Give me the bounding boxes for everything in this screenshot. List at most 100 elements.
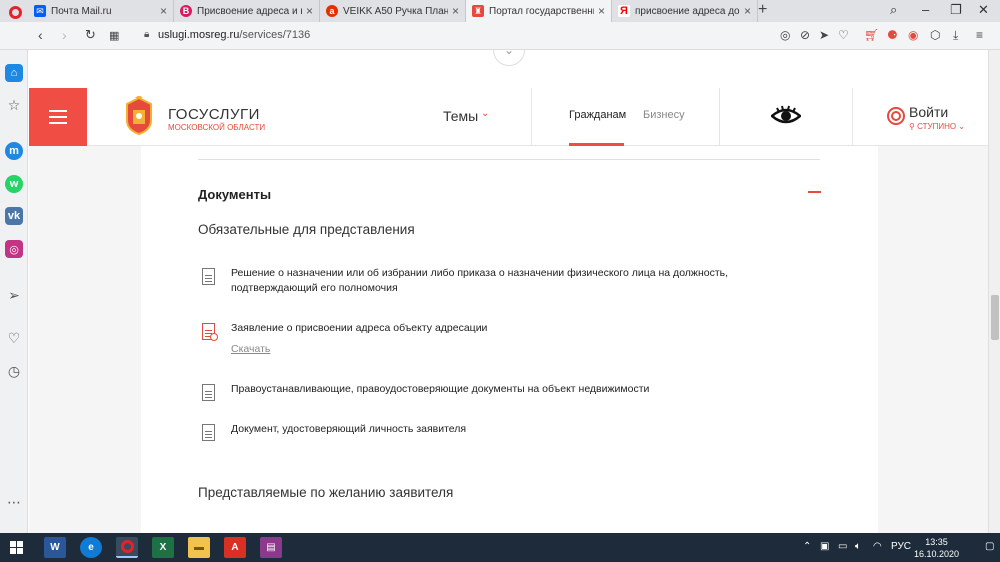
send-icon[interactable]: ➤: [819, 28, 829, 42]
windows-start-icon[interactable]: [10, 541, 23, 554]
tab-gosuslugi[interactable]: ♜ Портал государственных ×: [466, 0, 612, 22]
excel-icon[interactable]: X: [152, 537, 174, 558]
network-icon[interactable]: ◠: [873, 541, 882, 552]
optional-documents-heading: Представляемые по желанию заявителя: [198, 485, 454, 500]
login-link[interactable]: Войти: [909, 104, 948, 120]
messenger-icon[interactable]: m: [5, 142, 23, 160]
tab-close-icon[interactable]: ×: [744, 4, 751, 18]
close-window-icon[interactable]: ✕: [978, 2, 989, 18]
moscow-oblast-crest-icon: [126, 96, 152, 136]
tab-close-icon[interactable]: ×: [306, 4, 313, 18]
whatsapp-icon[interactable]: w: [5, 175, 23, 193]
download-link[interactable]: Скачать: [231, 343, 270, 355]
page-viewport: ГОСУСЛУГИ МОСКОВСКОЙ ОБЛАСТИ Темы ⌄ Граж…: [29, 50, 988, 533]
document-item: Решение о назначении или об избрании либ…: [198, 266, 798, 298]
instagram-icon[interactable]: ◎: [5, 240, 23, 258]
tab-citizens[interactable]: Гражданам: [569, 109, 626, 121]
tab-close-icon[interactable]: ×: [452, 4, 459, 18]
back-icon[interactable]: ‹: [38, 27, 43, 43]
send-icon[interactable]: ➢: [5, 286, 23, 304]
acrobat-icon[interactable]: A: [224, 537, 246, 558]
cube-icon[interactable]: ⬡: [930, 28, 940, 42]
tab-mail[interactable]: ✉ Почта Mail.ru ×: [28, 0, 174, 22]
document-icon: [202, 424, 215, 441]
tray-chevron-up-icon[interactable]: ⌃: [803, 541, 811, 552]
accessibility-eye-icon[interactable]: [771, 104, 801, 128]
tab-close-icon[interactable]: ×: [598, 4, 605, 18]
header-divider: [531, 88, 532, 146]
document-item: Документ, удостоверяющий личность заявит…: [198, 422, 798, 442]
restore-icon[interactable]: ❐: [950, 2, 962, 18]
windows-taskbar: W e X ▬ A ▤ ⌃ ▣ ▭ 🔈︎ ◠ РУС 13:35 16.10.2…: [0, 533, 1000, 562]
document-icon: [202, 384, 215, 401]
extension-cart-icon[interactable]: 🛒︎: [864, 28, 879, 42]
content-card: Документы Обязательные для представления…: [141, 146, 878, 533]
extension-badge-icon[interactable]: ⚈: [887, 28, 898, 42]
yandex-icon: Я: [618, 5, 630, 17]
language-indicator[interactable]: РУС: [891, 541, 911, 552]
document-item: Заявление о присвоении адреса объекту ад…: [198, 321, 798, 361]
tab-address-assignment[interactable]: B Присвоение адреса и пр ×: [174, 0, 320, 22]
more-icon[interactable]: ⋯: [5, 493, 23, 511]
tab-yandex[interactable]: Я присвоение адреса дому ×: [612, 0, 758, 22]
home-icon[interactable]: ⌂: [5, 64, 23, 82]
minimize-icon[interactable]: –: [922, 2, 929, 17]
tab-veikk[interactable]: a VEIKK A50 Ручка Планшет ×: [320, 0, 466, 22]
history-icon[interactable]: ◷: [5, 362, 23, 380]
site-brand[interactable]: ГОСУСЛУГИ: [168, 106, 260, 123]
file-explorer-icon[interactable]: ▬: [188, 537, 210, 558]
document-text: Правоустанавливающие, правоудостоверяющи…: [231, 383, 650, 395]
volume-icon[interactable]: 🔈︎: [855, 541, 861, 552]
location-selector[interactable]: ⚲ СТУПИНО ⌄: [909, 122, 965, 131]
header-divider: [852, 88, 853, 146]
bookmarks-star-icon[interactable]: ☆: [5, 96, 23, 114]
address-bar: ‹ › ↻ ▦ 🔒︎ uslugi.mosreg.ru/services/713…: [0, 22, 1000, 50]
document-text: Решение о назначении или об избрании либ…: [231, 267, 729, 294]
speed-dial-icon[interactable]: ▦: [109, 29, 119, 42]
opera-taskbar-icon[interactable]: [116, 537, 138, 558]
url-field[interactable]: uslugi.mosreg.ru/services/7136: [158, 29, 310, 41]
reload-icon[interactable]: ↻: [85, 27, 96, 43]
divider: [198, 159, 820, 160]
opera-logo-icon[interactable]: [4, 1, 26, 23]
edge-icon[interactable]: e: [80, 537, 102, 558]
camera-icon[interactable]: ◎: [780, 28, 790, 42]
download-icon[interactable]: ⤓: [953, 28, 958, 43]
tray-monitor-icon[interactable]: ▭: [838, 541, 847, 552]
chevron-down-icon[interactable]: ⌄: [481, 108, 489, 119]
site-header: ГОСУСЛУГИ МОСКОВСКОЙ ОБЛАСТИ Темы ⌄ Граж…: [29, 88, 988, 146]
document-text: Документ, удостоверяющий личность заявит…: [231, 423, 467, 435]
user-icon[interactable]: [887, 107, 905, 125]
winrar-icon[interactable]: ▤: [260, 537, 282, 558]
topics-menu[interactable]: Темы: [443, 108, 478, 124]
section-title-documents[interactable]: Документы: [198, 187, 271, 202]
page-scrollbar[interactable]: [988, 50, 1000, 533]
collapse-minus-icon[interactable]: [808, 191, 821, 193]
document-text: Заявление о присвоении адреса объекту ад…: [231, 322, 488, 334]
hamburger-menu-button[interactable]: [29, 88, 87, 146]
mail-icon: ✉: [34, 5, 46, 17]
forward-icon[interactable]: ›: [62, 27, 67, 43]
tab-business[interactable]: Бизнесу: [643, 109, 685, 121]
gosuslugi-icon: ♜: [472, 5, 484, 17]
lock-icon[interactable]: 🔒︎: [144, 29, 149, 40]
scrollbar-thumb[interactable]: [991, 295, 999, 340]
document-download-icon: [202, 323, 218, 341]
tab-close-icon[interactable]: ×: [160, 4, 167, 18]
system-clock[interactable]: 13:35 16.10.2020: [914, 536, 959, 560]
document-item: Правоустанавливающие, правоудостоверяющи…: [198, 382, 798, 402]
tray-app-icon[interactable]: ▣: [820, 541, 829, 552]
menu-icon[interactable]: ≡: [976, 28, 983, 42]
b-icon: B: [180, 5, 192, 17]
new-tab-button[interactable]: +: [758, 1, 767, 19]
extension-wifi-icon[interactable]: ◉: [908, 28, 918, 42]
notifications-icon[interactable]: ▢: [985, 541, 994, 552]
document-icon: [202, 268, 215, 285]
heart-icon[interactable]: ♡: [5, 329, 23, 347]
vk-icon[interactable]: vk: [5, 207, 23, 225]
search-tabs-icon[interactable]: ⌕: [890, 2, 897, 18]
word-icon[interactable]: W: [44, 537, 66, 558]
heart-icon[interactable]: ♡: [838, 28, 849, 42]
opera-sidebar: ⌂ ☆ m w vk ◎ ➢ ♡ ◷ ⋯: [0, 50, 28, 533]
tracker-block-icon[interactable]: ⊘: [800, 28, 810, 42]
